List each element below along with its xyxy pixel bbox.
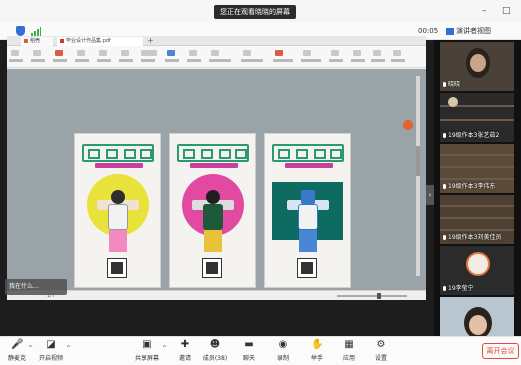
character-illustration bbox=[192, 190, 234, 254]
presenter-view-button[interactable]: 演讲者视图 bbox=[446, 25, 491, 37]
participant-tile[interactable] bbox=[440, 297, 514, 336]
chat-button[interactable]: ▬ 聊天 bbox=[232, 339, 266, 362]
title-bar: 您正在观看晓晓的屏幕 – □ bbox=[0, 0, 521, 22]
tab-docer: 稻壳 bbox=[21, 37, 53, 46]
gear-icon: ⚙ bbox=[376, 339, 386, 350]
qr-code bbox=[107, 258, 127, 278]
mic-off-icon bbox=[443, 286, 446, 291]
apps-button[interactable]: ▦ 应用 bbox=[332, 339, 366, 362]
maximize-button[interactable]: □ bbox=[502, 6, 511, 16]
record-icon: ◉ bbox=[278, 339, 288, 350]
hand-icon: ✋ bbox=[311, 339, 324, 350]
camera-off-icon: ◪ bbox=[46, 339, 56, 350]
document-status-bar: 1/7 bbox=[7, 290, 426, 300]
document-scrollbar[interactable] bbox=[416, 76, 420, 276]
new-tab-icon: + bbox=[147, 36, 154, 45]
participant-name: 19级作本3刘美佳员 bbox=[448, 234, 502, 241]
document-ribbon bbox=[7, 46, 426, 68]
share-screen-button[interactable]: ▣ 共享屏幕 bbox=[130, 339, 164, 362]
presenter-view-label: 演讲者视图 bbox=[456, 27, 491, 35]
chevron-up-icon[interactable]: ^ bbox=[162, 345, 167, 352]
record-button[interactable]: ◉ 录制 bbox=[266, 339, 300, 362]
invite-button[interactable]: ✚ 邀请 bbox=[168, 339, 202, 362]
meeting-timer: 00:05 bbox=[418, 27, 439, 35]
participant-tile[interactable]: 晓晓 bbox=[440, 42, 514, 91]
mic-off-icon bbox=[443, 235, 446, 240]
video-button[interactable]: ◪ 开启视频 bbox=[34, 339, 68, 362]
character-illustration bbox=[287, 190, 329, 254]
mic-off-icon bbox=[443, 184, 446, 189]
mic-icon bbox=[443, 133, 446, 138]
viewing-banner: 您正在观看晓晓的屏幕 bbox=[214, 5, 296, 19]
participant-tile[interactable]: 19李莹宁 bbox=[440, 246, 514, 295]
participants-panel: 晓晓 19级作本3张艺茹2 19级作本3李伟东 19级作本3刘美佳员 19李莹宁 bbox=[434, 40, 521, 336]
participant-tile[interactable]: 19级作本3刘美佳员 bbox=[440, 195, 514, 244]
invite-icon: ✚ bbox=[180, 339, 190, 350]
poster-page-2 bbox=[169, 133, 256, 288]
document-tab-bar: 稻壳 毕业设计作品集.pdf + bbox=[7, 36, 426, 46]
chevron-up-icon[interactable]: ^ bbox=[66, 345, 71, 352]
minimize-button[interactable]: – bbox=[482, 6, 487, 16]
raise-hand-button[interactable]: ✋ 举手 bbox=[300, 339, 334, 362]
members-icon: ☻ bbox=[209, 339, 221, 350]
poster-page-1 bbox=[74, 133, 161, 288]
zoom-slider bbox=[337, 293, 407, 299]
tab-pdf: 毕业设计作品集.pdf bbox=[57, 37, 143, 46]
qr-code bbox=[202, 258, 222, 278]
settings-button[interactable]: ⚙ 设置 bbox=[364, 339, 398, 362]
meeting-toolbar: 🎤 静麦克 ^ ◪ 开启视频 ^ ▣ 共享屏幕 ^ ✚ 邀请 ☻ 成员(38) … bbox=[0, 336, 521, 365]
mic-icon bbox=[443, 82, 446, 87]
mic-off-icon: 🎤 bbox=[11, 339, 24, 350]
poster-title-art bbox=[82, 144, 154, 162]
sidebar-toggle-icon[interactable] bbox=[403, 120, 413, 130]
signal-icon[interactable] bbox=[31, 27, 41, 36]
presenter-view-icon bbox=[446, 27, 454, 35]
chat-icon: ▬ bbox=[244, 339, 254, 350]
participant-tile[interactable]: 19级作本3李伟东 bbox=[440, 144, 514, 193]
shield-icon[interactable] bbox=[16, 26, 25, 36]
poster-page-3 bbox=[264, 133, 351, 288]
participant-tile[interactable]: 19级作本3张艺茹2 bbox=[440, 93, 514, 142]
participant-name: 19李莹宁 bbox=[448, 285, 474, 292]
members-button[interactable]: ☻ 成员(38) bbox=[198, 339, 232, 362]
qr-code bbox=[297, 258, 317, 278]
participant-name: 19级作本3张艺茹2 bbox=[448, 132, 500, 139]
collapse-panel-button[interactable]: › bbox=[426, 185, 434, 205]
share-screen-icon: ▣ bbox=[142, 339, 152, 350]
chevron-up-icon[interactable]: ^ bbox=[28, 345, 33, 352]
apps-icon: ▦ bbox=[344, 339, 354, 350]
participant-name: 19级作本3李伟东 bbox=[448, 183, 496, 190]
leave-meeting-button[interactable]: 离开会议 bbox=[482, 343, 519, 359]
input-hint-box[interactable]: 我在什么… bbox=[5, 279, 67, 295]
participant-name: 晓晓 bbox=[448, 81, 461, 88]
character-illustration bbox=[97, 190, 139, 254]
